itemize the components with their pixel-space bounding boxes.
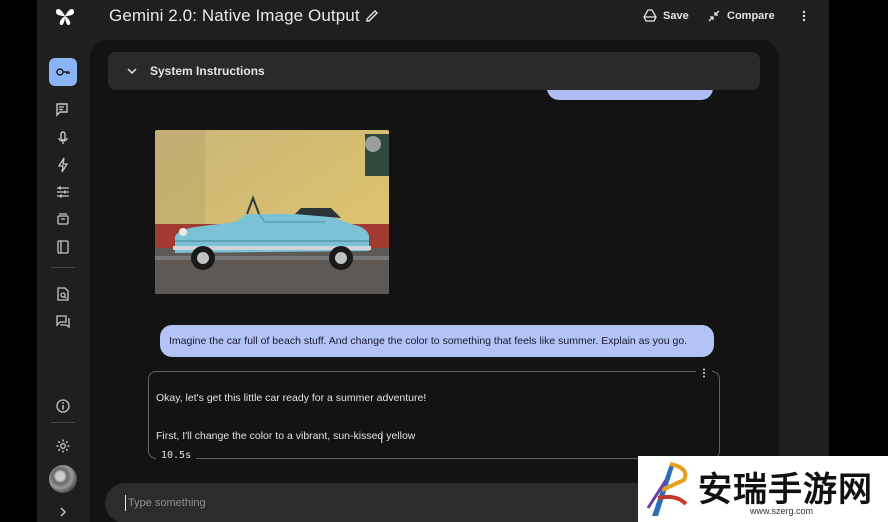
chevron-right-icon bbox=[60, 507, 67, 517]
nav-get-api-key[interactable] bbox=[49, 58, 77, 86]
nav-forum[interactable] bbox=[53, 311, 73, 331]
window-edge bbox=[829, 0, 888, 522]
nav-library[interactable] bbox=[53, 209, 73, 229]
compare-icon bbox=[708, 10, 720, 22]
studio-logo-icon[interactable] bbox=[53, 4, 77, 28]
library-icon bbox=[57, 240, 69, 254]
doc-search-icon bbox=[57, 287, 69, 301]
nav-stream[interactable] bbox=[53, 128, 73, 148]
response-more-options-icon[interactable] bbox=[696, 366, 712, 380]
compare-label: Compare bbox=[727, 10, 775, 22]
expand-rail-button[interactable] bbox=[53, 502, 73, 522]
nav-chat-prompt[interactable] bbox=[53, 100, 73, 120]
watermark-text: 安瑞手游网 bbox=[698, 470, 873, 510]
chat-panel: System Instructions Imagine the car full… bbox=[90, 40, 779, 522]
nav-settings[interactable] bbox=[53, 436, 73, 456]
text-cursor-icon: I bbox=[380, 432, 384, 446]
system-instructions-toggle[interactable]: System Instructions bbox=[108, 52, 760, 90]
more-options-icon[interactable] bbox=[797, 6, 811, 26]
save-label: Save bbox=[663, 10, 689, 22]
top-header: Gemini 2.0: Native Image Output Save Com… bbox=[37, 0, 829, 34]
prompt-input[interactable] bbox=[125, 495, 605, 511]
watermark-overlay: 安瑞手游网 www.szerg.com bbox=[638, 456, 888, 522]
response-text-line-1: Okay, let's get this little car ready fo… bbox=[156, 392, 427, 404]
bolt-icon bbox=[57, 157, 69, 173]
rail-divider bbox=[51, 267, 75, 268]
watermark-url: www.szerg.com bbox=[750, 506, 814, 516]
avatar[interactable] bbox=[49, 465, 77, 493]
app-window: Gemini 2.0: Native Image Output Save Com… bbox=[37, 0, 829, 522]
nav-info[interactable] bbox=[53, 396, 73, 416]
archive-icon bbox=[57, 213, 69, 225]
save-button[interactable]: Save bbox=[643, 6, 689, 26]
forum-icon bbox=[56, 315, 70, 329]
elapsed-time: 10.5s bbox=[156, 450, 197, 461]
info-icon bbox=[56, 399, 70, 413]
nav-tune[interactable] bbox=[53, 182, 73, 202]
model-response: Okay, let's get this little car ready fo… bbox=[148, 366, 720, 461]
key-icon bbox=[56, 68, 70, 76]
nav-documentation[interactable] bbox=[53, 284, 73, 304]
compare-button[interactable]: Compare bbox=[707, 6, 775, 26]
prompt-composer bbox=[105, 483, 665, 522]
nav-prompt-gallery[interactable] bbox=[53, 237, 73, 257]
user-message-bubble: Imagine the car full of beach stuff. And… bbox=[160, 325, 714, 357]
chevron-down-icon bbox=[127, 68, 137, 75]
mic-icon bbox=[58, 131, 68, 144]
settings-icon bbox=[56, 439, 70, 453]
watermark-logo-icon bbox=[646, 462, 688, 516]
edit-title-icon[interactable] bbox=[364, 8, 380, 24]
rail-divider-bottom bbox=[51, 422, 75, 423]
page-title: Gemini 2.0: Native Image Output bbox=[109, 6, 360, 25]
tune-icon bbox=[57, 186, 69, 198]
drive-icon bbox=[643, 9, 657, 22]
chat-prompt-icon bbox=[56, 103, 68, 117]
left-navigation-rail bbox=[37, 34, 91, 522]
nav-starter-apps[interactable] bbox=[53, 155, 73, 175]
response-text-line-2: First, I'll change the color to a vibran… bbox=[156, 430, 416, 442]
uploaded-car-image[interactable] bbox=[155, 130, 389, 294]
system-instructions-label: System Instructions bbox=[150, 64, 265, 78]
